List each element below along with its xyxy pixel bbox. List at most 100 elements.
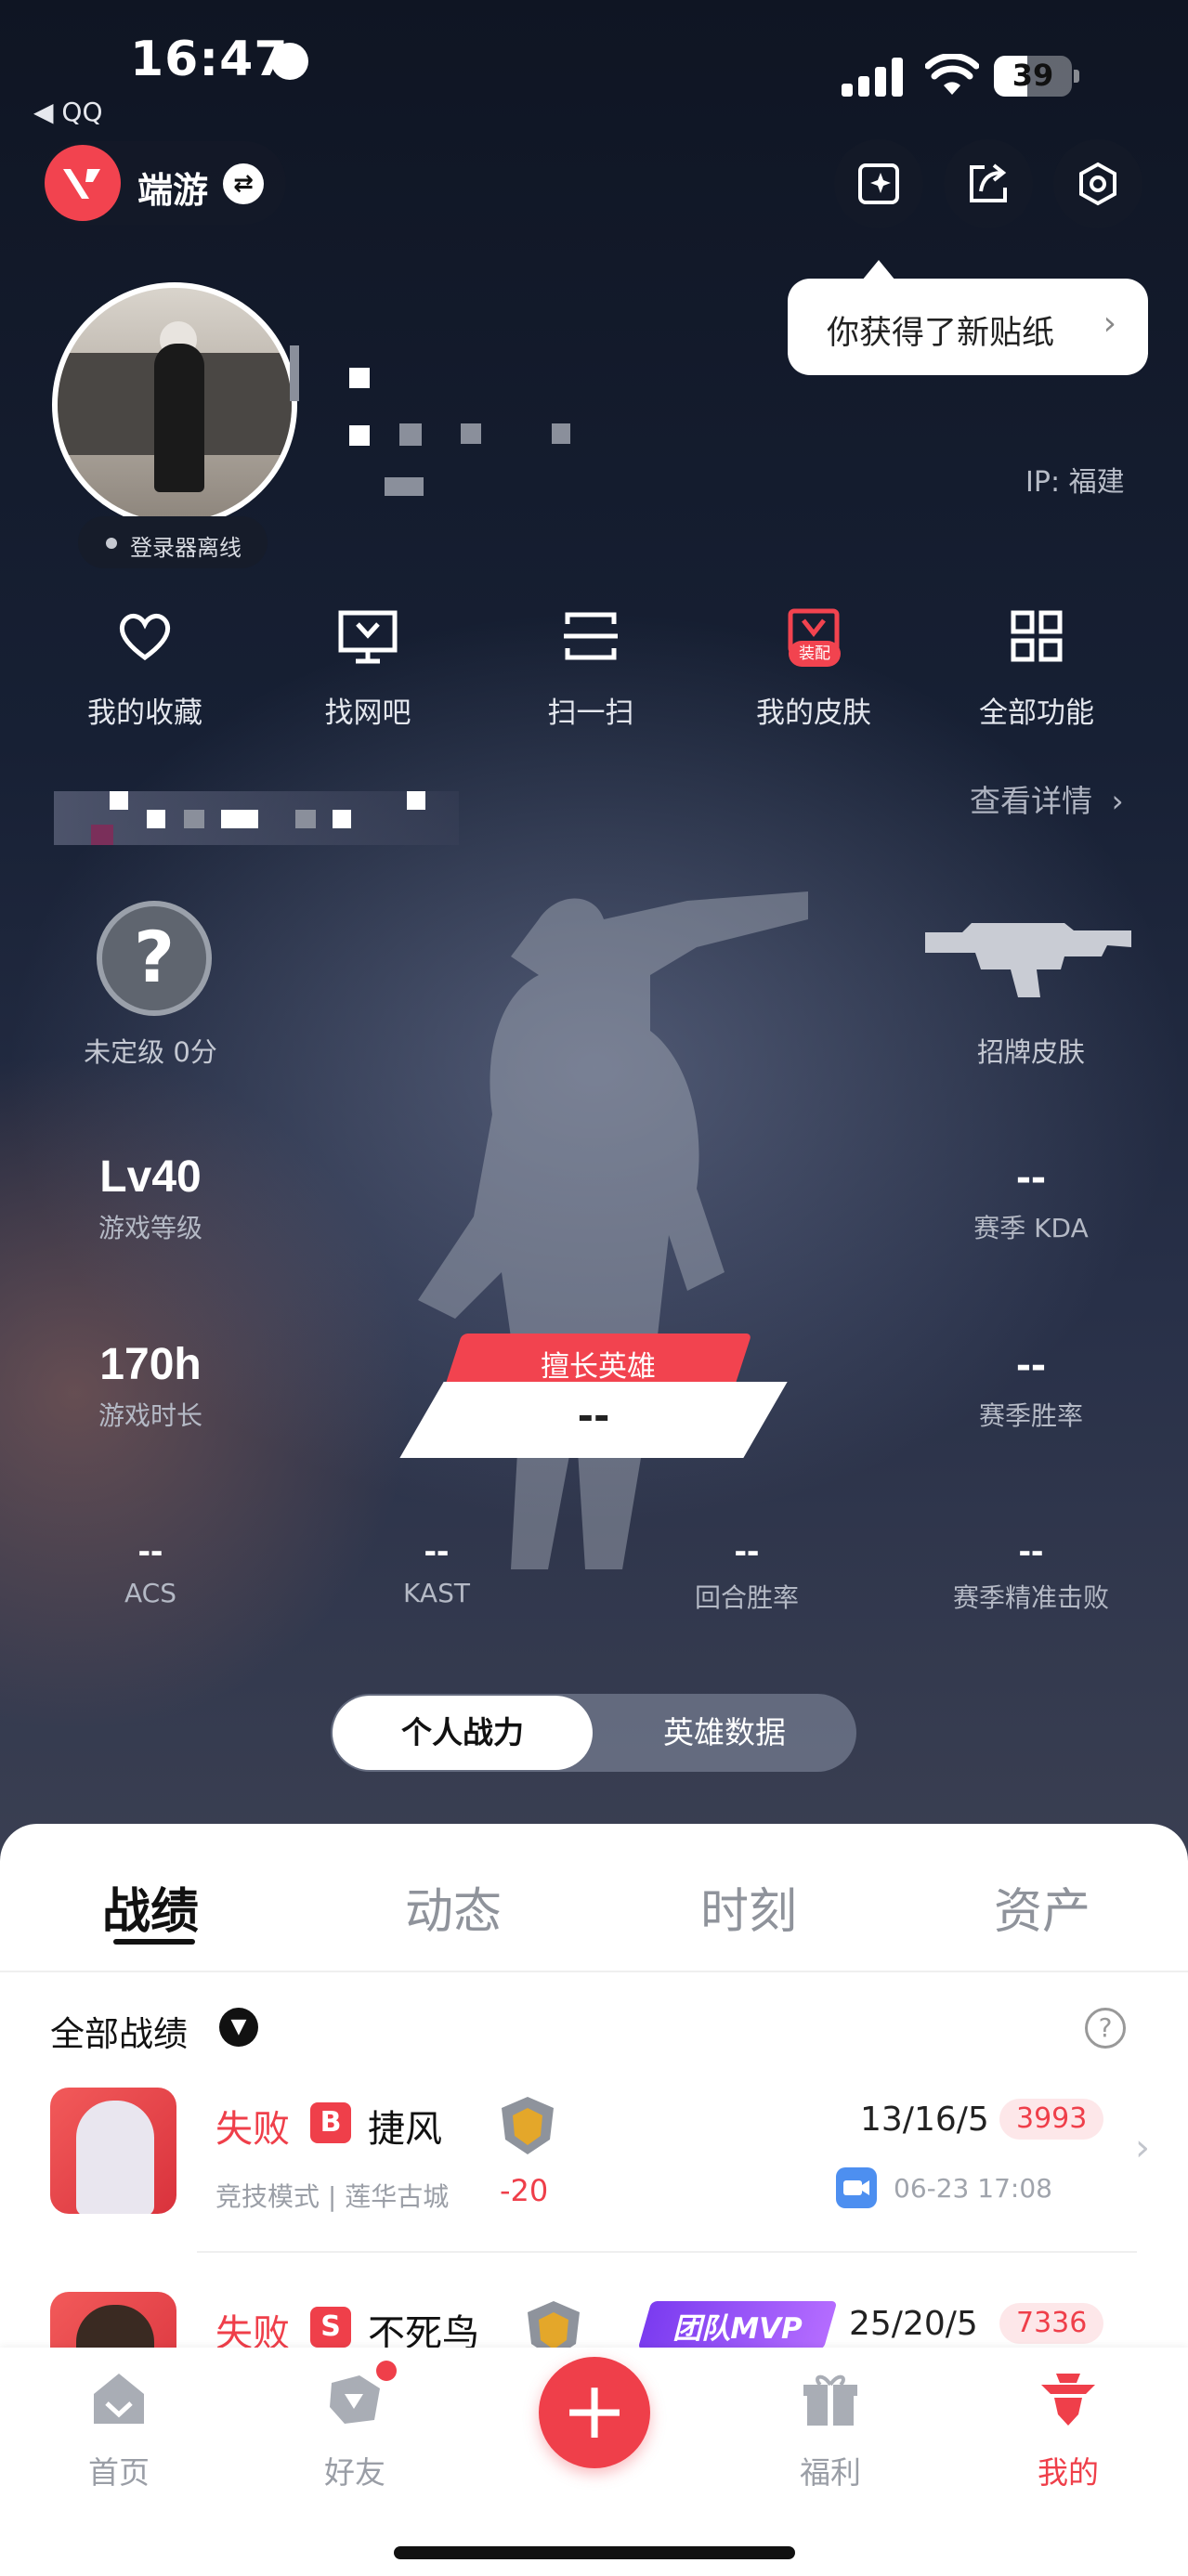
grid-icon bbox=[1004, 604, 1069, 669]
tooltip-text: 你获得了新贴纸 bbox=[827, 315, 1055, 352]
stat-value: 170h bbox=[99, 1340, 202, 1389]
best-hero-tag-label: 擅长英雄 bbox=[541, 1350, 656, 1384]
season-kda-stat: -- 赛季 KDA bbox=[920, 1151, 1142, 1245]
headshot-stat: -- 赛季精准击败 bbox=[920, 1530, 1142, 1615]
stat-value: -- bbox=[1016, 1340, 1046, 1389]
gift-icon bbox=[798, 2366, 863, 2431]
match-grade: B bbox=[310, 2102, 351, 2143]
home-indicator bbox=[394, 2546, 795, 2559]
active-tab-indicator bbox=[113, 1939, 195, 1945]
ip-location: IP: 福建 bbox=[1025, 466, 1125, 499]
redacted-pixel bbox=[552, 423, 570, 444]
plus-icon[interactable]: + bbox=[539, 2357, 650, 2468]
favorites-button[interactable]: 我的收藏 bbox=[52, 604, 238, 731]
stat-label: 赛季胜率 bbox=[978, 1400, 1083, 1431]
tab-records[interactable]: 战绩 bbox=[102, 1872, 199, 1942]
back-to-qq-link[interactable]: ◀ QQ bbox=[33, 97, 103, 127]
stat-label: 游戏时长 bbox=[98, 1400, 202, 1431]
chevron-right-icon[interactable]: › bbox=[1135, 2127, 1150, 2169]
wifi-icon bbox=[924, 52, 980, 97]
login-status-text: 登录器离线 bbox=[130, 535, 242, 561]
view-details-link[interactable]: 查看详情 › bbox=[970, 776, 1124, 821]
status-time: 16:47 bbox=[130, 32, 289, 87]
my-skins-button[interactable]: 装配 我的皮肤 bbox=[721, 604, 907, 731]
valorant-logo-icon bbox=[45, 145, 121, 221]
scan-button[interactable]: 扫一扫 bbox=[498, 604, 684, 731]
nav-welfare[interactable]: 福利 bbox=[747, 2366, 914, 2492]
match-score: 3993 bbox=[999, 2099, 1104, 2140]
game-level-stat: Lv40 游戏等级 bbox=[39, 1151, 262, 1245]
nav-profile[interactable]: 我的 bbox=[985, 2366, 1152, 2492]
friends-icon bbox=[322, 2361, 397, 2431]
scan-icon bbox=[558, 604, 623, 669]
video-icon[interactable] bbox=[836, 2167, 877, 2208]
help-icon[interactable]: ? bbox=[1085, 2008, 1126, 2049]
smg-skin-icon[interactable] bbox=[925, 914, 1137, 1003]
redacted-pixel bbox=[290, 345, 299, 401]
feature-label: 我的皮肤 bbox=[756, 696, 871, 730]
kast-stat: -- KAST bbox=[325, 1530, 548, 1608]
stat-label: 游戏等级 bbox=[98, 1213, 202, 1243]
nav-home[interactable]: 首页 bbox=[35, 2366, 202, 2492]
redacted-pixel bbox=[385, 477, 424, 496]
heart-icon bbox=[112, 604, 177, 669]
match-kda: 13/16/5 bbox=[860, 2101, 989, 2139]
monitor-icon bbox=[335, 604, 400, 669]
all-features-button[interactable]: 全部功能 bbox=[944, 604, 1129, 731]
settings-button[interactable] bbox=[1053, 139, 1142, 228]
tab-activity[interactable]: 动态 bbox=[405, 1872, 502, 1942]
view-details-label: 查看详情 bbox=[970, 783, 1092, 819]
stat-label: 赛季精准击败 bbox=[952, 1582, 1109, 1613]
tab-moments[interactable]: 时刻 bbox=[700, 1872, 797, 1942]
nav-label: 好友 bbox=[324, 2454, 385, 2491]
match-result: 失败 bbox=[215, 2108, 290, 2151]
stat-value: -- bbox=[424, 1530, 450, 1571]
share-icon bbox=[970, 163, 1007, 202]
chevron-right-icon: › bbox=[1111, 783, 1124, 819]
stat-label: KAST bbox=[403, 1578, 470, 1608]
match-time: 06-23 17:08 bbox=[894, 2173, 1052, 2204]
redacted-pixel bbox=[349, 425, 370, 446]
nav-label: 福利 bbox=[800, 2454, 861, 2491]
tab-assets[interactable]: 资产 bbox=[994, 1872, 1090, 1942]
status-indicator-dot bbox=[271, 43, 308, 80]
chevron-down-icon[interactable]: ▼ bbox=[219, 2008, 258, 2047]
battery-icon: 39 bbox=[994, 56, 1079, 97]
skin-icon: 装配 bbox=[781, 604, 846, 669]
agent-jett-avatar bbox=[50, 2088, 176, 2214]
stat-value: -- bbox=[137, 1530, 163, 1571]
new-sticker-tooltip[interactable]: 你获得了新贴纸 › bbox=[788, 279, 1148, 375]
chevron-right-icon: › bbox=[1103, 305, 1116, 343]
avatar[interactable] bbox=[52, 282, 297, 527]
nav-friends[interactable]: 好友 bbox=[271, 2361, 438, 2492]
data-segment-control: 个人战力 英雄数据 bbox=[331, 1694, 856, 1772]
share-button[interactable] bbox=[944, 139, 1033, 228]
agent-silhouette bbox=[418, 891, 808, 1569]
redacted-pixel bbox=[349, 368, 370, 388]
stat-value: Lv40 bbox=[99, 1152, 202, 1202]
hero-data-tab[interactable]: 英雄数据 bbox=[593, 1694, 856, 1772]
tooltip-arrow bbox=[862, 260, 895, 280]
redacted-player-id bbox=[54, 791, 459, 845]
nav-label: 首页 bbox=[88, 2454, 150, 2491]
personal-power-tab[interactable]: 个人战力 bbox=[333, 1696, 593, 1770]
match-grade: S bbox=[310, 2307, 351, 2348]
signature-skin-label: 招牌皮肤 bbox=[976, 1036, 1085, 1068]
match-kda: 25/20/5 bbox=[849, 2305, 978, 2343]
stat-value: -- bbox=[1016, 1152, 1046, 1202]
season-winrate-stat: -- 赛季胜率 bbox=[920, 1339, 1142, 1433]
game-switcher[interactable]: 端游 ⇄ bbox=[41, 141, 286, 225]
feature-label: 我的收藏 bbox=[87, 696, 202, 730]
nav-label: 我的 bbox=[1038, 2454, 1099, 2491]
find-netcafe-button[interactable]: 找网吧 bbox=[275, 604, 461, 731]
play-time-stat: 170h 游戏时长 bbox=[39, 1339, 262, 1433]
feature-label: 扫一扫 bbox=[547, 696, 634, 730]
sticker-button[interactable] bbox=[834, 139, 923, 228]
records-filter-label[interactable]: 全部战绩 bbox=[50, 2006, 188, 2056]
rank-icon[interactable]: ? bbox=[97, 901, 212, 1016]
swap-icon: ⇄ bbox=[223, 163, 264, 204]
rank-delta: -20 bbox=[500, 2173, 549, 2208]
login-status-badge: 登录器离线 bbox=[78, 516, 268, 568]
rank-label: 未定级 0分 bbox=[84, 1036, 217, 1068]
stat-value: -- bbox=[734, 1530, 760, 1571]
